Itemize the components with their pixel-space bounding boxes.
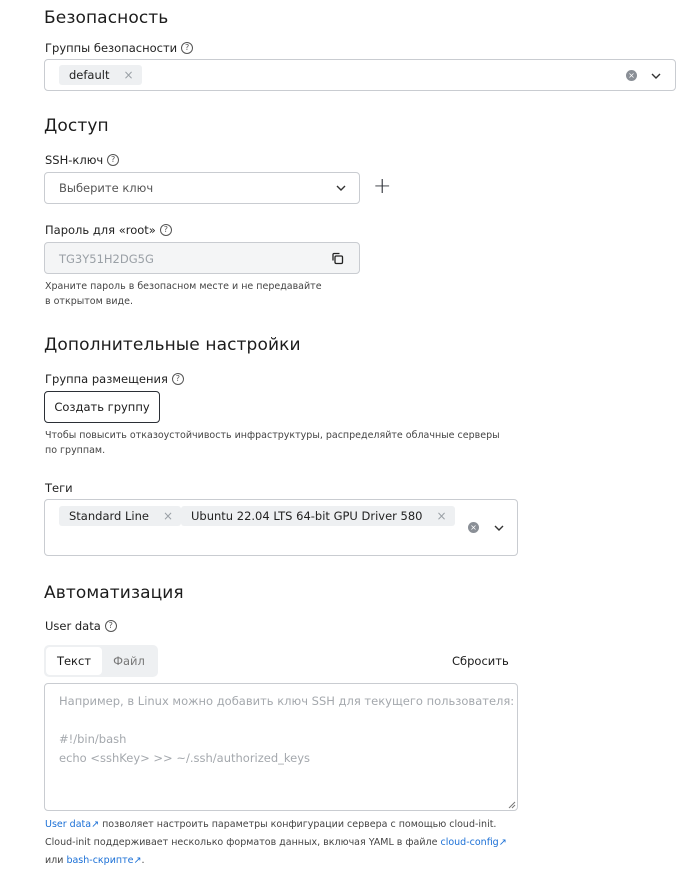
- root-password-label: Пароль для «root» ?: [45, 223, 172, 237]
- footer-text: или: [45, 855, 67, 866]
- external-link-icon: ↗: [498, 837, 507, 848]
- user-data-label-text: User data: [45, 619, 101, 633]
- tag-label: default: [69, 68, 110, 82]
- hint-line: в открытом виде.: [45, 296, 133, 307]
- help-icon[interactable]: ?: [171, 373, 184, 385]
- tag-standard-line: Standard Line ×: [59, 506, 182, 526]
- security-groups-label: Группы безопасности ?: [45, 41, 194, 55]
- user-data-placeholder-line: echo <sshKey> >> ~/.ssh/authorized_keys: [59, 751, 311, 765]
- help-icon[interactable]: ?: [181, 42, 194, 54]
- placement-group-label: Группа размещения ?: [45, 372, 184, 386]
- cloud-config-link[interactable]: cloud-config: [440, 837, 498, 848]
- clear-icon[interactable]: ×: [626, 70, 637, 81]
- security-section-title: Безопасность: [44, 8, 169, 28]
- footer-text: .: [141, 855, 145, 866]
- add-ssh-key-button[interactable]: +: [373, 173, 391, 201]
- bash-script-link[interactable]: bash-скрипте: [66, 855, 133, 866]
- help-icon[interactable]: ?: [104, 620, 117, 632]
- external-link-icon: ↗: [91, 819, 100, 830]
- help-icon[interactable]: ?: [159, 224, 172, 236]
- tag-label: Ubuntu 22.04 LTS 64-bit GPU Driver 580: [191, 509, 423, 523]
- hint-line: Чтобы повысить отказоустойчивость инфрас…: [45, 430, 500, 441]
- root-password-hint: Храните пароль в безопасном месте и не п…: [45, 279, 322, 309]
- user-data-label: User data ?: [45, 619, 117, 633]
- chevron-down-icon[interactable]: [651, 71, 661, 81]
- tag-default: default ×: [59, 65, 142, 85]
- resize-handle-icon[interactable]: [507, 800, 516, 809]
- footer-line-3: или bash-скрипте↗.: [45, 852, 507, 870]
- ssh-key-label-text: SSH-ключ: [45, 153, 104, 167]
- remove-tag-icon[interactable]: ×: [436, 509, 446, 523]
- tab-file[interactable]: Файл: [102, 647, 156, 675]
- chevron-down-icon[interactable]: [494, 523, 504, 533]
- tag-label: Standard Line: [69, 509, 149, 523]
- hint-line: Храните пароль в безопасном месте и не п…: [45, 281, 322, 292]
- remove-tag-icon[interactable]: ×: [163, 509, 173, 523]
- access-section-title: Доступ: [44, 116, 109, 136]
- chevron-down-icon[interactable]: [336, 183, 346, 193]
- user-data-footer: User data↗ позволяет настроить параметры…: [45, 816, 507, 870]
- ssh-key-label: SSH-ключ ?: [45, 153, 120, 167]
- placement-group-hint: Чтобы повысить отказоустойчивость инфрас…: [45, 428, 500, 458]
- user-data-tabs: Текст Файл: [44, 645, 158, 677]
- automation-section-title: Автоматизация: [44, 583, 184, 603]
- footer-text: позволяет настроить параметры конфигурац…: [99, 819, 497, 830]
- user-data-link[interactable]: User data: [45, 819, 91, 830]
- tags-select[interactable]: Standard Line × Ubuntu 22.04 LTS 64-bit …: [44, 499, 518, 556]
- user-data-placeholder-line: #!/bin/bash: [59, 732, 127, 746]
- security-groups-select[interactable]: default × ×: [44, 59, 676, 91]
- root-password-label-text: Пароль для «root»: [45, 223, 156, 237]
- tags-label: Теги: [45, 481, 73, 495]
- tab-text[interactable]: Текст: [46, 647, 102, 675]
- ssh-key-placeholder: Выберите ключ: [59, 181, 154, 195]
- reset-button[interactable]: Сбросить: [452, 654, 509, 668]
- footer-text: Cloud-init поддерживает несколько формат…: [45, 837, 441, 848]
- hint-line: по группам.: [45, 445, 106, 456]
- root-password-value: TG3Y51H2DG5G: [59, 252, 154, 266]
- help-icon[interactable]: ?: [107, 154, 120, 166]
- remove-tag-icon[interactable]: ×: [123, 68, 133, 82]
- tag-ubuntu: Ubuntu 22.04 LTS 64-bit GPU Driver 580 ×: [181, 506, 455, 526]
- clear-icon[interactable]: ×: [468, 522, 479, 533]
- user-data-placeholder-line: Например, в Linux можно добавить ключ SS…: [59, 694, 515, 708]
- placement-group-label-text: Группа размещения: [45, 372, 168, 386]
- footer-line-2: Cloud-init поддерживает несколько формат…: [45, 834, 507, 852]
- user-data-textarea[interactable]: Например, в Linux можно добавить ключ SS…: [44, 683, 518, 811]
- create-group-button[interactable]: Создать группу: [44, 391, 160, 423]
- copy-icon[interactable]: [331, 252, 344, 265]
- advanced-section-title: Дополнительные настройки: [44, 335, 301, 355]
- ssh-key-select[interactable]: Выберите ключ: [44, 172, 360, 204]
- root-password-field[interactable]: TG3Y51H2DG5G: [44, 242, 360, 274]
- footer-line-1: User data↗ позволяет настроить параметры…: [45, 816, 507, 834]
- security-groups-label-text: Группы безопасности: [45, 41, 178, 55]
